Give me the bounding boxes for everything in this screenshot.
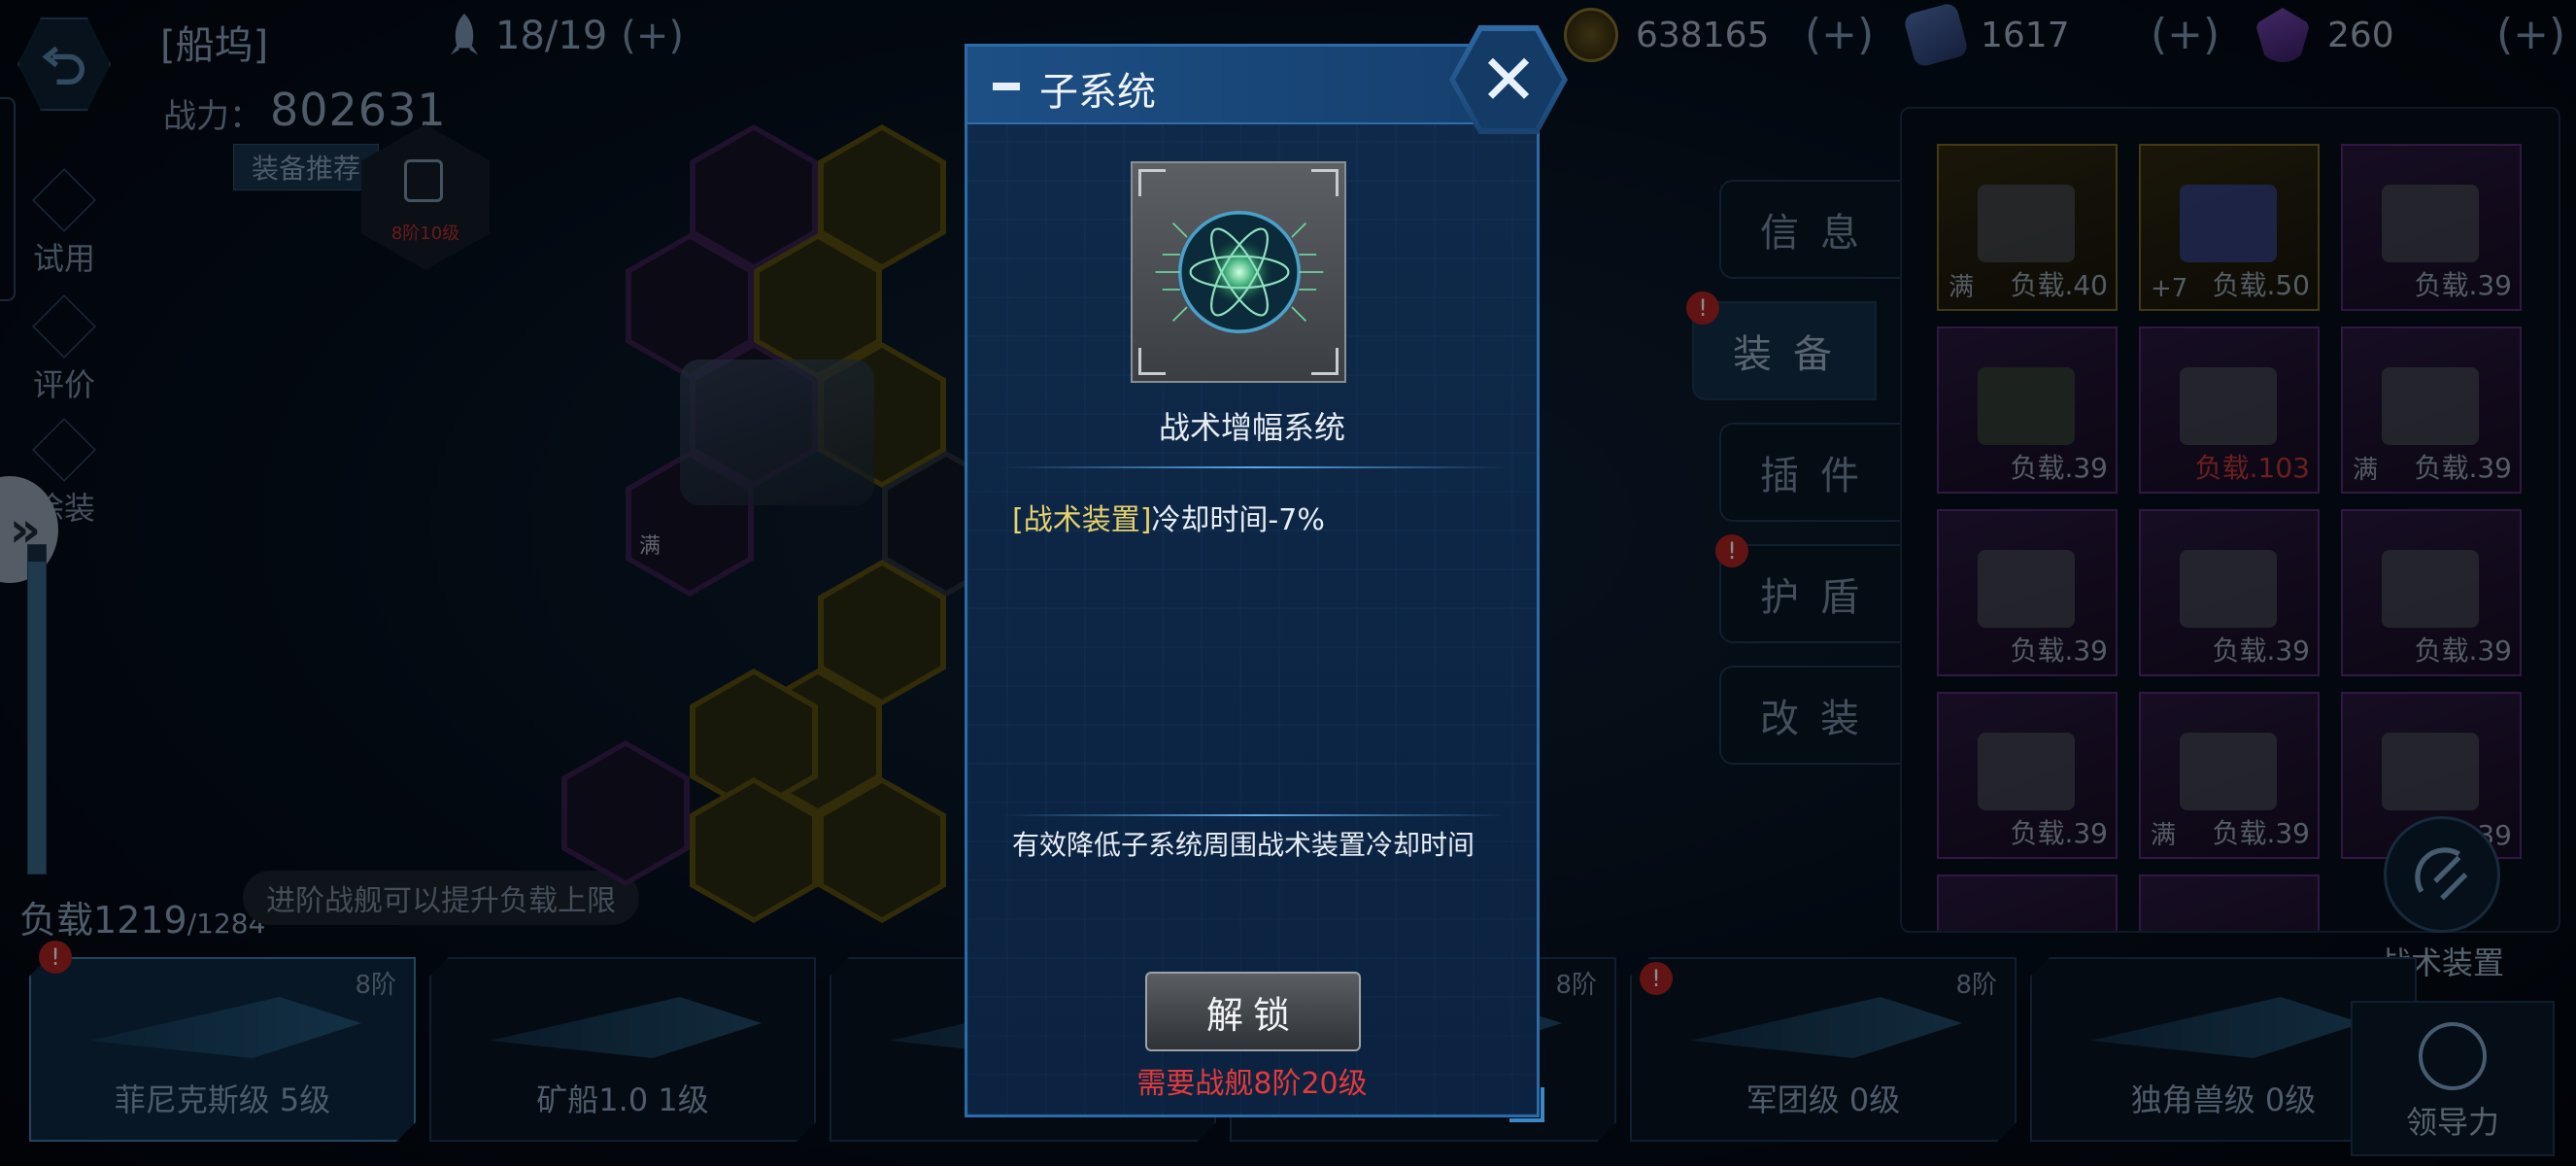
inventory-item[interactable] [2139,874,2320,931]
modal-corner-accent [1509,1087,1544,1122]
trial-label: 试用 [32,240,95,277]
back-button[interactable] [17,17,111,111]
add-alloy-button[interactable]: (+) [2151,10,2220,59]
tab-shield[interactable]: 护盾 [1719,544,1904,643]
star-icon [32,294,96,359]
review-button[interactable]: 评价 [27,294,101,405]
inventory-item[interactable]: 负载.39 [2139,509,2320,676]
hex-full-tag: 满 [639,534,661,559]
side-panel-tab[interactable] [0,97,16,301]
divider [1002,814,1508,816]
subsystem-modal: 子系统 ✕ 战术增幅系统 [战术装置]冷却时间-7% 有效降低子系统周围战术装置… [965,25,1568,1122]
leadership-button[interactable]: 领导力 [2351,1001,2555,1156]
crystal-value: 260 [2327,15,2394,55]
effect-tag: [战术装置] [1012,503,1152,537]
dock-title: [船坞] [160,23,269,68]
inventory-item[interactable]: 负载.39 [1937,326,2118,494]
item-effect: [战术装置]冷却时间-7% [1012,496,1325,538]
back-arrow-icon [42,46,85,86]
tab-modify[interactable]: 改装 [1719,666,1904,765]
credit-coin-icon [1564,8,1618,62]
tab-plugin[interactable]: 插件 [1719,423,1904,522]
ship-card[interactable]: 矿船1.0 1级 [429,957,816,1142]
tab-equip[interactable]: 装备 [1692,301,1877,400]
alert-badge: ! [1715,534,1748,567]
combat-power-label: 战力： [163,97,262,136]
close-icon: ✕ [1478,39,1539,120]
slot-count: 18/19 (+) [447,14,684,58]
unlock-button[interactable]: 解锁 [1145,972,1361,1051]
modal-title: 子系统 [1039,70,1156,115]
lock-icon [404,159,443,202]
modal-header: 子系统 [967,47,1537,124]
tab-info[interactable]: 信息 [1719,180,1904,279]
hex-slot[interactable] [561,740,690,886]
currency-crystal: 260 [2255,8,2394,62]
ship-slot-grid: 8阶10级 满 [361,107,1049,923]
crystal-icon [2255,8,2310,62]
checkmark-icon [32,168,96,232]
inventory-item[interactable]: 满负载.39 [2341,326,2522,494]
unlock-requirement: 需要战舰8阶20级 [1136,1067,1368,1101]
inventory-item[interactable]: 负载.39 [2341,144,2522,311]
credits-value: 638165 [1636,15,1770,55]
ship-card[interactable]: 8阶 军团级 0级 [1630,957,2017,1142]
inventory-item[interactable] [1937,874,2118,931]
currency-alloy: 1617 [1902,1,2070,69]
alloy-value: 1617 [1981,15,2070,55]
load-hint: 进阶战舰可以提升负载上限 [243,871,639,925]
collapse-icon [993,83,1020,90]
slot-count-value: 18/19 [495,14,608,58]
spray-can-icon [32,418,96,482]
leadership-label: 领导力 [2405,1104,2499,1141]
ship-model [680,360,874,505]
review-label: 评价 [32,366,95,403]
alloy-icon [1902,1,1970,69]
equip-recommend-button[interactable]: 装备推荐 [233,144,379,190]
inventory-item[interactable]: 满负载.39 [2139,692,2320,859]
add-crystal-button[interactable]: (+) [2496,10,2565,59]
load-bar [27,544,47,874]
item-name: 战术增幅系统 [1158,409,1345,446]
inventory-item[interactable]: 负载.39 [2341,509,2522,676]
load-label: 负载 [19,899,94,942]
alert-badge: ! [1640,962,1673,995]
load-readout: 负载1219/1284 [19,890,265,943]
divider [1002,466,1508,468]
gauge-icon [2419,1022,2487,1090]
effect-text: 冷却时间-7% [1151,503,1325,537]
inventory-item[interactable]: 满负载.40 [1937,144,2118,311]
load-bar-fill [28,562,46,874]
item-icon-frame [1131,161,1346,383]
inventory-item[interactable]: 负载.39 [1937,509,2118,676]
trial-button[interactable]: 试用 [27,168,101,279]
lock-requirement: 8阶10级 [390,223,460,244]
item-description: 有效降低子系统周围战术装置冷却时间 [1012,829,1475,861]
equipment-inventory: 满负载.40 +7 负载.50 负载.39 负载.39 负载.103 满负载.39… [1900,107,2560,933]
inventory-item[interactable]: +7 负载.50 [2139,144,2320,311]
add-credits-button[interactable]: (+) [1805,10,1874,59]
atom-circuit-icon [1155,211,1324,333]
currency-credits: 638165 [1564,8,1769,62]
add-slot-button[interactable]: (+) [621,14,684,58]
inventory-item[interactable]: 负载.103 [2139,326,2320,494]
alert-badge: ! [39,941,72,974]
hex-slot-locked[interactable]: 8阶10级 [361,124,490,270]
alert-badge: ! [1686,292,1719,325]
load-current: 1219 [93,899,187,942]
inventory-item[interactable]: 负载.39 [1937,692,2118,859]
ship-card[interactable]: 8阶 菲尼克斯级 5级 [29,957,416,1142]
satellite-dish-icon [2384,816,2500,933]
rocket-icon [450,14,479,55]
